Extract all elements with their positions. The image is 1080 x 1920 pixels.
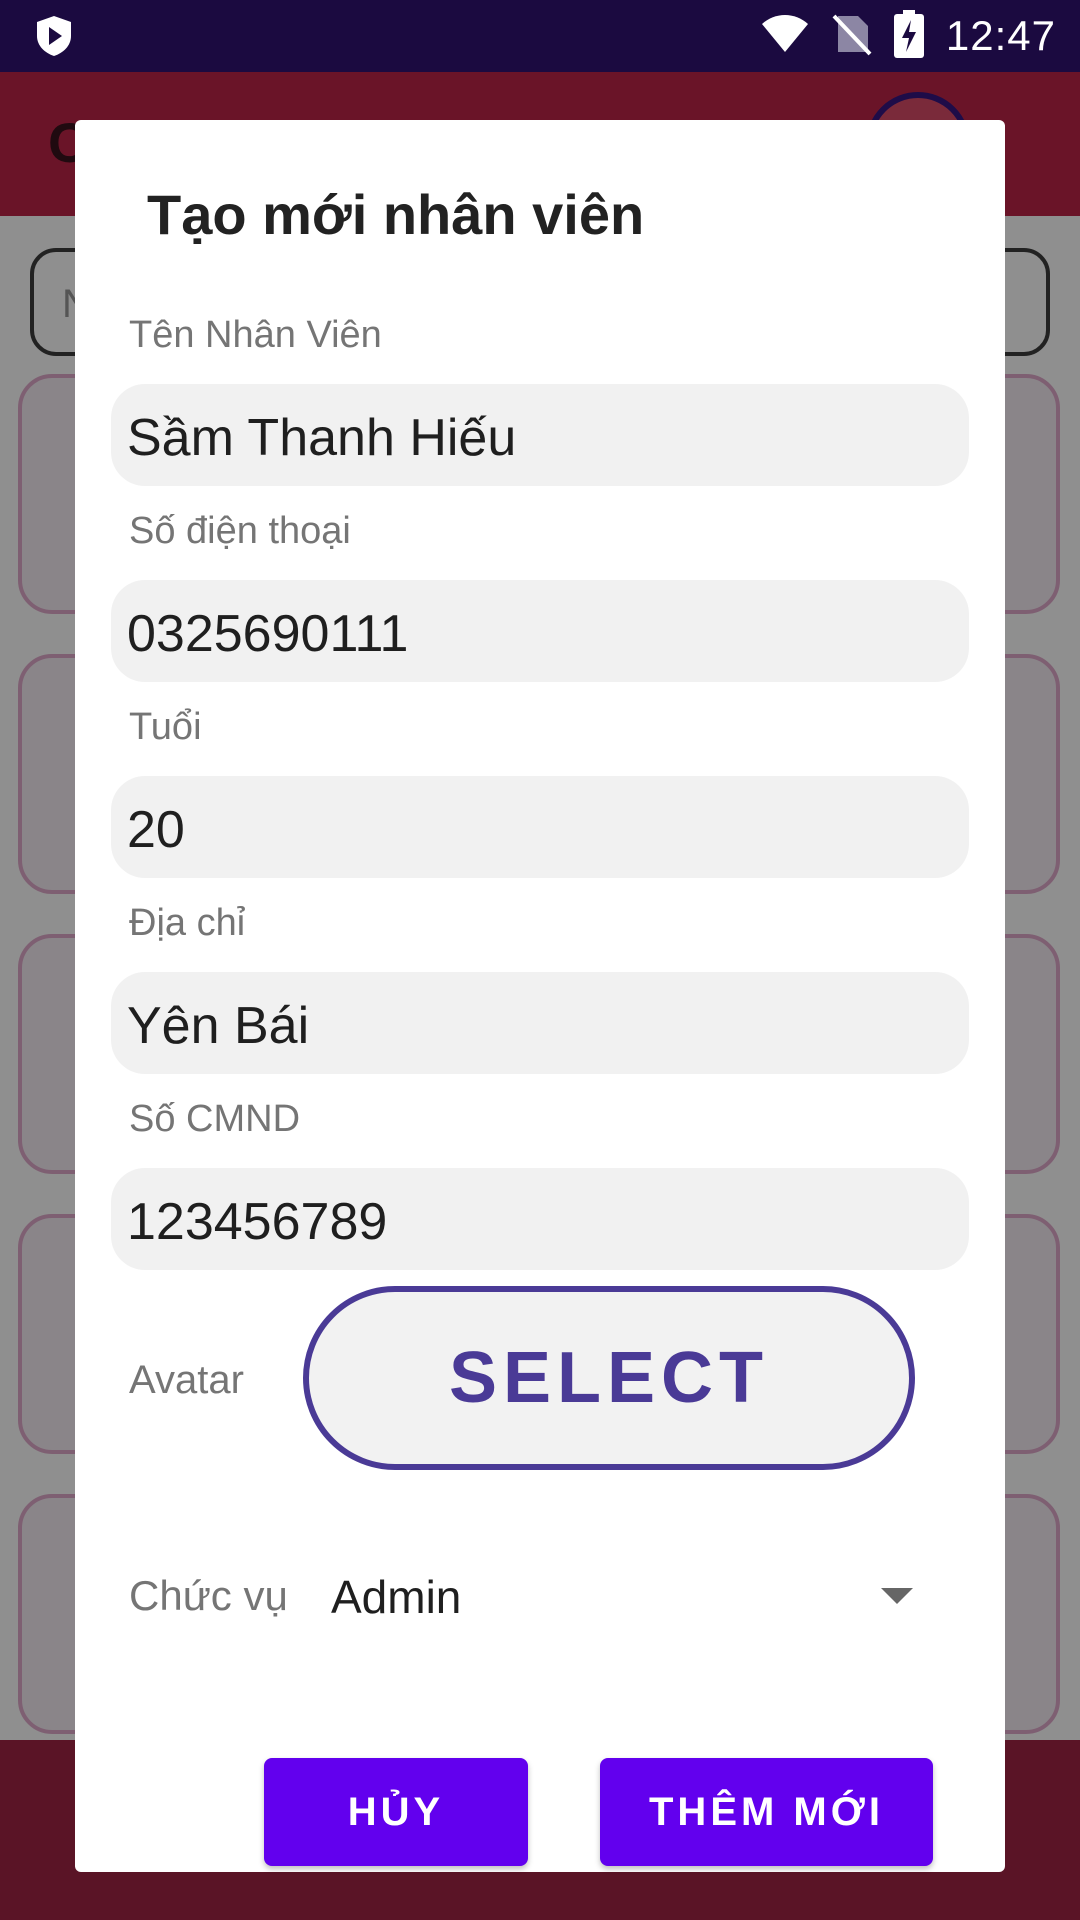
age-field[interactable]: 20 — [111, 776, 969, 878]
create-employee-dialog: Tạo mới nhân viên Tên Nhân Viên Sầm Than… — [75, 120, 1005, 1872]
select-avatar-label: SELECT — [448, 1338, 770, 1418]
add-new-button-label: THÊM MỚI — [649, 1789, 884, 1834]
dropdown-arrow-icon[interactable] — [881, 1588, 913, 1604]
address-value: Yên Bái — [127, 997, 310, 1055]
phone-label: Số điện thoại — [129, 510, 351, 552]
clock: 12:47 — [945, 12, 1056, 59]
status-bar: 12:47 — [0, 0, 1080, 72]
id-number-value: 123456789 — [127, 1193, 388, 1251]
address-label: Địa chỉ — [129, 902, 246, 944]
cancel-button-label: HỦY — [347, 1789, 445, 1834]
role-dropdown[interactable]: Admin — [331, 1570, 461, 1624]
cancel-button[interactable]: HỦY — [264, 1758, 528, 1866]
wifi-icon — [760, 14, 810, 59]
employee-name-label: Tên Nhân Viên — [129, 314, 382, 356]
dialog-title: Tạo mới nhân viên — [147, 183, 645, 246]
employee-name-field[interactable]: Sầm Thanh Hiếu — [111, 384, 969, 486]
play-protect-icon — [34, 14, 74, 58]
phone-value: 0325690111 — [127, 605, 409, 663]
phone-field[interactable]: 0325690111 — [111, 580, 969, 682]
address-field[interactable]: Yên Bái — [111, 972, 969, 1074]
id-number-field[interactable]: 123456789 — [111, 1168, 969, 1270]
age-value: 20 — [127, 801, 185, 859]
id-number-label: Số CMND — [129, 1098, 301, 1140]
no-sim-icon — [832, 12, 872, 61]
select-avatar-button[interactable]: SELECT — [303, 1286, 915, 1470]
add-new-button[interactable]: THÊM MỚI — [600, 1758, 933, 1866]
avatar-label: Avatar — [129, 1358, 244, 1402]
age-label: Tuổi — [129, 706, 202, 748]
employee-name-value: Sầm Thanh Hiếu — [127, 409, 517, 467]
battery-charging-icon — [893, 9, 924, 63]
role-label: Chức vụ — [129, 1572, 288, 1619]
